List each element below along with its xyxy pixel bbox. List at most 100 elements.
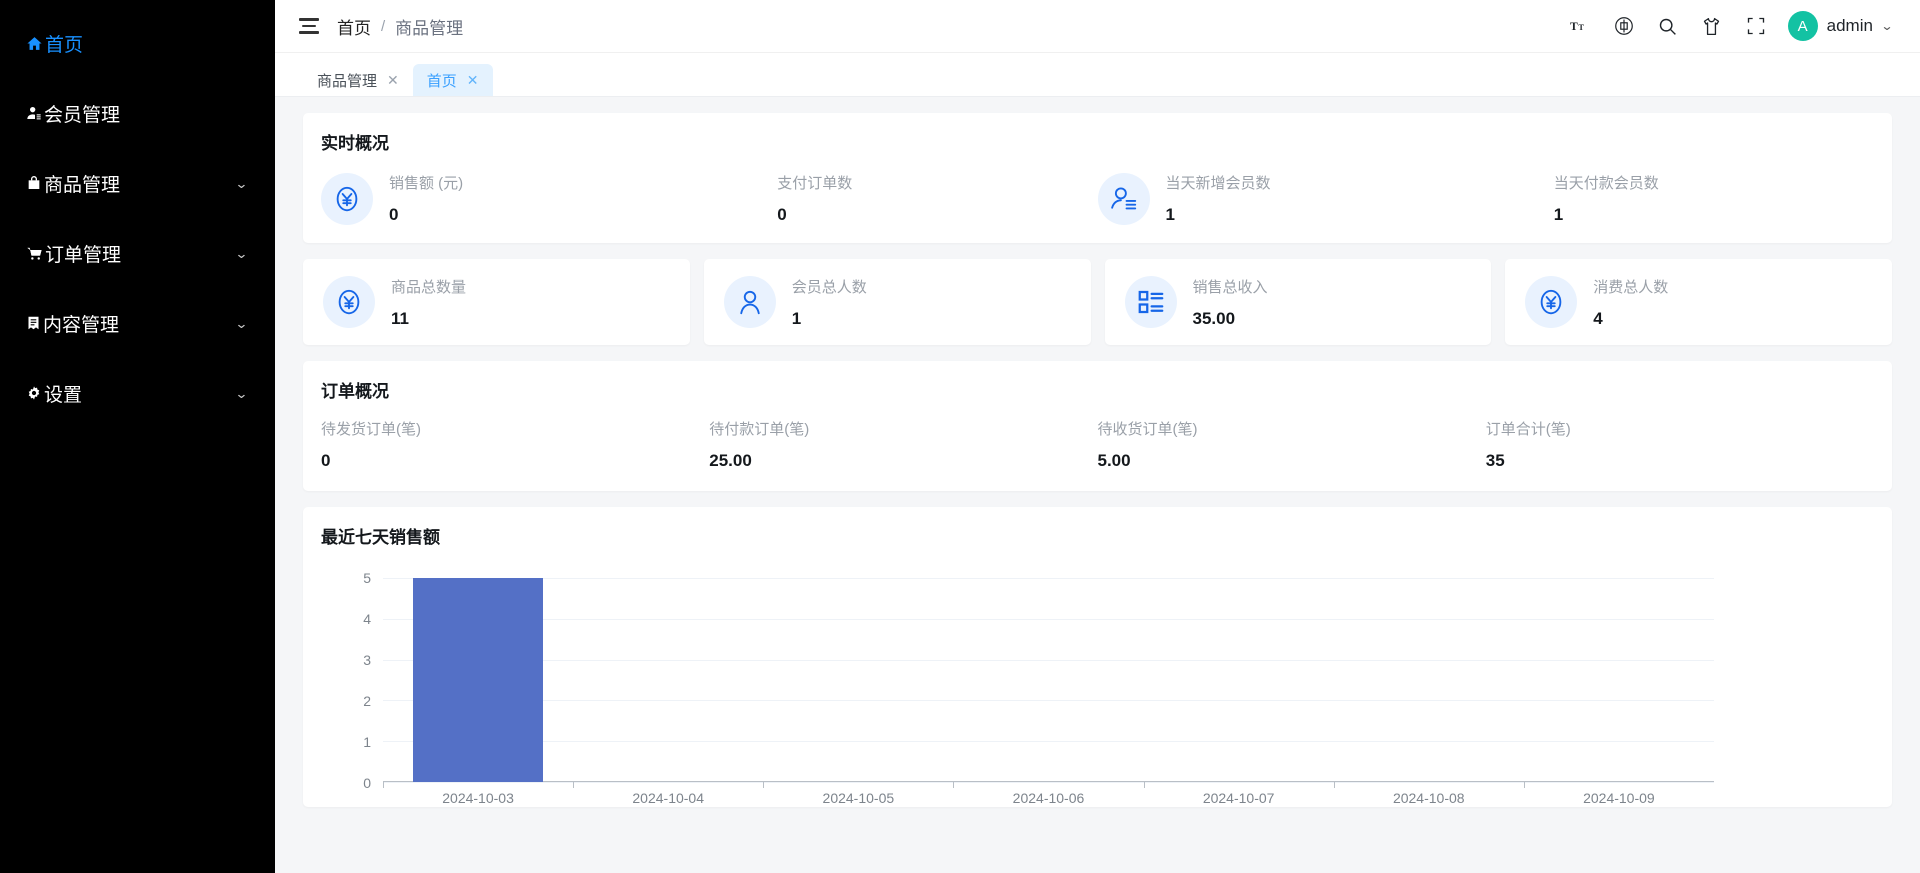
order-label: 待收货订单(笔) — [1097, 421, 1198, 438]
stat-label: 当天付款会员数 — [1553, 175, 1659, 192]
kpi-value: 1 — [791, 308, 802, 328]
kpi-total-income: 销售总收入 35.00 — [1104, 259, 1492, 345]
sidebar-item-home[interactable]: 首页 — [0, 8, 275, 78]
tab-home[interactable]: 首页 ✕ — [412, 64, 493, 96]
language-icon[interactable] — [1602, 4, 1646, 48]
person-icon — [723, 276, 776, 328]
svg-text:T: T — [1578, 23, 1584, 32]
chevron-down-icon: ⌄ — [234, 175, 249, 191]
sidebar-item-label: 内容管理 — [43, 314, 120, 336]
order-overview-panel: 订单概况 待发货订单(笔) 0 待付款订单(笔) 25.00 待收货订单(笔) … — [303, 361, 1892, 491]
chart-bar-slot[interactable] — [953, 578, 1143, 788]
chart-bar-slot[interactable] — [1333, 578, 1524, 788]
fullscreen-icon[interactable] — [1734, 4, 1778, 48]
realtime-overview-title: 实时概况 — [321, 134, 389, 153]
stat-value: 1 — [1165, 205, 1175, 224]
chart-bar[interactable] — [413, 578, 543, 782]
y-axis-tick-label: 3 — [363, 651, 371, 668]
svg-text:T: T — [1570, 20, 1578, 33]
font-size-icon[interactable]: TT — [1558, 4, 1602, 48]
chart-bar-slot[interactable] — [763, 578, 953, 788]
sidebar-item-settings[interactable]: 设置 ⌄ — [0, 358, 275, 428]
realtime-stat-row: 销售额 (元) 0 支付订单数 0 当天新增会员数 1 当天付款会员数 1 — [321, 172, 1874, 225]
x-axis-tick-label: 2024-10-06 — [1012, 790, 1085, 806]
kpi-total-products: 商品总数量 11 — [303, 259, 690, 345]
order-value: 5.00 — [1097, 451, 1131, 470]
search-icon[interactable] — [1646, 4, 1690, 48]
order-value: 35 — [1485, 451, 1505, 470]
kpi-label: 会员总人数 — [791, 278, 867, 296]
menu-collapse-icon[interactable] — [299, 18, 319, 34]
chart-bar-slot[interactable] — [383, 578, 573, 788]
sidebar-item-products[interactable]: 商品管理 ⌄ — [0, 148, 275, 218]
chart-bar-slot[interactable] — [1143, 578, 1334, 788]
sidebar: 首页 会员管理 商品管理 ⌄ 订单管理 ⌄ 内容管理 ⌄ 设置 ⌄ — [0, 0, 275, 873]
chart-gridline: 0 — [363, 775, 1714, 791]
breadcrumb-separator: / — [381, 17, 386, 35]
x-axis-tick-label: 2024-10-03 — [442, 790, 514, 806]
sales-chart-panel: 最近七天销售额 5 4 3 2 1 0 2024-10-03 2024-10-04 2024-1… — [303, 507, 1892, 807]
x-axis-tick-label: 2024-10-04 — [632, 790, 705, 806]
close-icon[interactable]: ✕ — [387, 72, 399, 89]
stat-value: 1 — [1553, 205, 1564, 224]
sidebar-item-label: 首页 — [45, 34, 84, 56]
sidebar-item-members[interactable]: 会员管理 — [0, 78, 275, 148]
sidebar-item-content[interactable]: 内容管理 ⌄ — [0, 288, 275, 358]
chart-bar-slot[interactable] — [573, 578, 763, 788]
breadcrumb-current: 商品管理 — [395, 18, 464, 38]
sidebar-item-label: 订单管理 — [45, 244, 122, 266]
order-value: 25.00 — [709, 451, 752, 470]
stat-label: 销售额 (元) — [389, 175, 464, 192]
list-icon — [1124, 276, 1177, 328]
breadcrumb-root[interactable]: 首页 — [337, 14, 371, 39]
kpi-label: 销售总收入 — [1192, 278, 1268, 296]
sidebar-item-label: 会员管理 — [44, 104, 121, 126]
sidebar-item-label: 设置 — [44, 384, 83, 406]
chart-bar-slot[interactable] — [1523, 578, 1714, 788]
order-pending-receipt: 待收货订单(笔) 5.00 — [1098, 418, 1486, 471]
placeholder-icon — [1486, 173, 1538, 225]
x-axis-tick-label: 2024-10-08 — [1392, 790, 1465, 806]
y-axis-tick-label: 4 — [363, 610, 371, 627]
theme-shirt-icon[interactable] — [1690, 4, 1734, 48]
chart-plot-area: 5 4 3 2 1 0 2024-10-03 2024-10-04 2024-10-05 2024… — [363, 570, 1714, 806]
y-axis-tick-label: 5 — [363, 570, 371, 586]
app-root: 首页 会员管理 商品管理 ⌄ 订单管理 ⌄ 内容管理 ⌄ 设置 ⌄ 首页 / 商… — [0, 0, 1920, 873]
stat-value: 0 — [777, 205, 787, 224]
tab-product-management[interactable]: 商品管理 ✕ — [303, 64, 413, 96]
sales-chart: 5 4 3 2 1 0 2024-10-03 2024-10-04 2024-10-05 2024… — [321, 570, 1874, 808]
kpi-value: 11 — [391, 308, 409, 328]
x-axis-tick-label: 2024-10-09 — [1583, 790, 1655, 806]
x-axis-tick — [763, 782, 765, 788]
main-area: 首页 / 商品管理 TT A admin ⌄ 商品管理 ✕ 首页 ✕ 实时概况 … — [275, 0, 1920, 873]
user-menu[interactable]: A admin ⌄ — [1787, 11, 1896, 41]
user-icon — [26, 105, 42, 121]
yen-circle-icon — [323, 276, 375, 328]
stat-new-members-today: 当天新增会员数 1 — [1097, 172, 1486, 225]
close-icon[interactable]: ✕ — [467, 72, 479, 89]
avatar: A — [1787, 11, 1818, 41]
chart-bar-group — [383, 578, 1714, 788]
x-axis-tick-label: 2024-10-07 — [1202, 790, 1275, 806]
username-label: admin — [1826, 16, 1873, 35]
x-axis-tick — [1333, 782, 1335, 788]
sidebar-item-orders[interactable]: 订单管理 ⌄ — [0, 218, 275, 288]
order-overview-title: 订单概况 — [321, 382, 389, 401]
chevron-down-icon: ⌄ — [234, 315, 249, 331]
sidebar-item-label: 商品管理 — [44, 174, 121, 196]
order-label: 订单合计(笔) — [1485, 421, 1571, 438]
shopping-cart-icon — [26, 245, 43, 262]
tab-label: 商品管理 — [317, 72, 378, 90]
realtime-overview-panel: 实时概况 销售额 (元) 0 支付订单数 0 当天新增会员数 1 当天付款会员数… — [303, 113, 1892, 243]
kpi-total-members: 会员总人数 1 — [703, 259, 1091, 345]
topbar: 首页 / 商品管理 TT A admin ⌄ — [275, 0, 1920, 53]
stat-label: 当天新增会员数 — [1165, 175, 1271, 192]
order-label: 待发货订单(笔) — [321, 421, 421, 438]
kpi-total-consumers: 消费总人数 4 — [1505, 259, 1892, 345]
stat-value: 0 — [389, 205, 399, 224]
x-axis-tick — [1143, 782, 1145, 788]
tab-bar: 商品管理 ✕ 首页 ✕ — [275, 53, 1920, 97]
content-area: 实时概况 销售额 (元) 0 支付订单数 0 当天新增会员数 1 当天付款会员数… — [275, 97, 1920, 873]
tab-label: 首页 — [426, 72, 457, 90]
x-axis-tick — [383, 782, 384, 788]
